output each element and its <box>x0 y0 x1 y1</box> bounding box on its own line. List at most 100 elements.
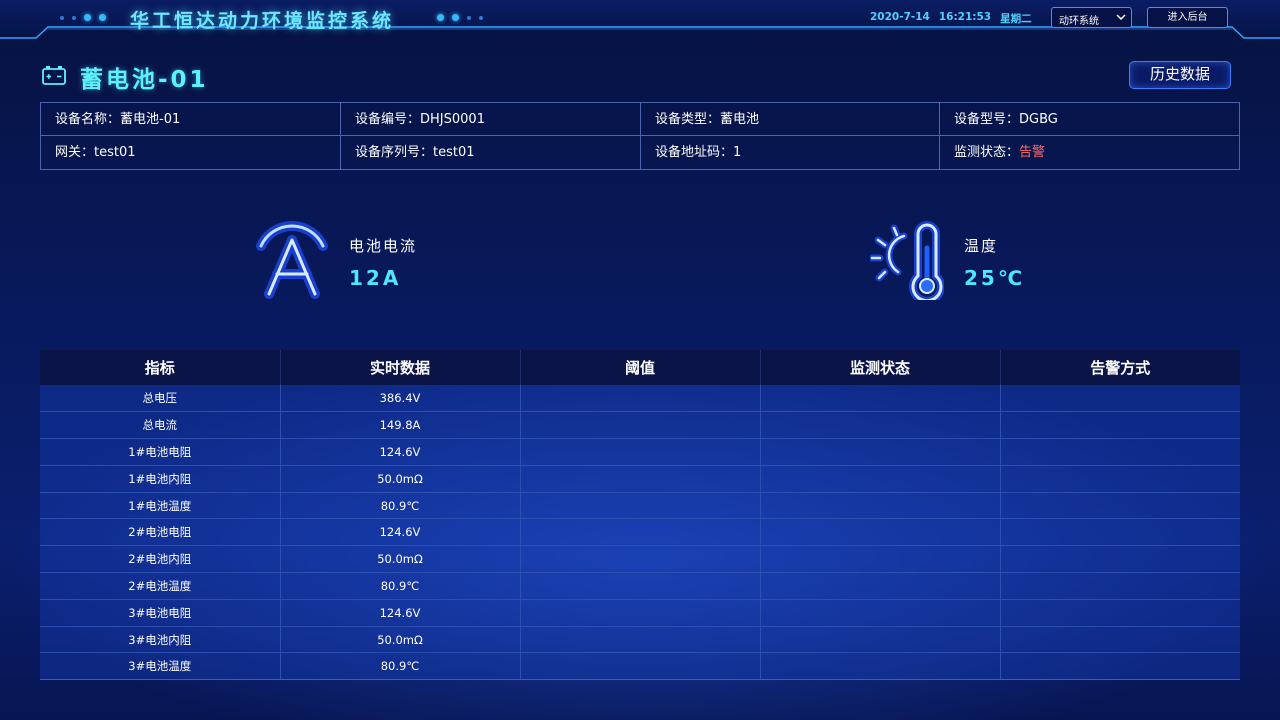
table-cell <box>999 652 1240 681</box>
metric-temperature: 温度 25℃ <box>868 220 1026 305</box>
table-row[interactable]: 2#电池电阻 124.6V <box>40 518 1240 547</box>
status-badge: 告警 <box>1019 145 1046 160</box>
metric-temperature-value: 25℃ <box>964 265 1026 290</box>
table-cell: 149.8A <box>279 411 520 440</box>
metric-current-label: 电池电流 <box>349 236 418 255</box>
table-cell <box>999 465 1240 493</box>
table-cell <box>759 385 1000 413</box>
table-row[interactable]: 总电压 386.4V <box>40 385 1240 413</box>
table-row[interactable]: 3#电池电阻 124.6V <box>40 599 1240 627</box>
column-header-indicator[interactable]: 指标 <box>40 350 280 385</box>
table-cell <box>759 411 1000 440</box>
table-cell <box>519 492 760 520</box>
top-bar: 华工恒达动力环境监控系统 2020-7-14 16:21:53 星期二 动环系统… <box>0 0 1280 40</box>
table-cell <box>759 438 1000 466</box>
column-header-realtime[interactable]: 实时数据 <box>279 350 520 385</box>
system-select-value: 动环系统 <box>1059 16 1099 27</box>
table-cell <box>759 465 1000 493</box>
table-cell: 1#电池内阻 <box>40 465 280 493</box>
table-cell <box>999 599 1240 627</box>
column-header-threshold[interactable]: 阈值 <box>519 350 760 385</box>
column-header-status[interactable]: 监测状态 <box>759 350 1000 385</box>
table-cell: 386.4V <box>279 385 520 413</box>
table-cell <box>999 385 1240 413</box>
table-header-row: 指标 实时数据 阈值 监测状态 告警方式 <box>40 350 1240 385</box>
table-cell: 124.6V <box>279 518 520 547</box>
table-cell: 80.9℃ <box>279 572 520 600</box>
header-dots-left <box>60 14 106 21</box>
metric-current-value: 12A <box>349 265 402 290</box>
table-cell: 3#电池内阻 <box>40 626 280 654</box>
weekday-text: 星期二 <box>1000 13 1032 25</box>
table-cell: 50.0mΩ <box>279 465 520 493</box>
table-row[interactable]: 1#电池电阻 124.6V <box>40 438 1240 466</box>
page-title: 蓄电池-01 <box>80 67 209 93</box>
column-header-alarm-mode[interactable]: 告警方式 <box>999 350 1240 385</box>
table-cell <box>999 545 1240 574</box>
table-cell: 总电压 <box>40 385 280 413</box>
table-cell: 3#电池电阻 <box>40 599 280 627</box>
table-cell <box>519 385 760 413</box>
table-cell <box>999 572 1240 600</box>
table-cell <box>519 411 760 440</box>
battery-icon <box>40 62 68 92</box>
info-address-code: 设备地址码：1 <box>641 136 940 169</box>
info-monitor-status: 监测状态：告警 <box>954 145 1046 160</box>
table-row[interactable]: 2#电池温度 80.9℃ <box>40 572 1240 600</box>
indicator-table: 指标 实时数据 阈值 监测状态 告警方式 总电压 386.4V 总电流 149.8A 1… <box>40 350 1240 681</box>
table-row[interactable]: 1#电池温度 80.9℃ <box>40 492 1240 520</box>
ammeter-icon <box>255 220 329 304</box>
table-body: 总电压 386.4V 总电流 149.8A 1#电池电阻 124.6V 1#电池内阻 50.0… <box>40 385 1240 681</box>
thermometer-sun-icon <box>868 220 945 305</box>
metric-current: 电池电流 12A <box>255 220 417 304</box>
table-cell <box>759 599 1000 627</box>
table-cell <box>759 492 1000 520</box>
table-cell <box>759 545 1000 574</box>
info-serial-number: 设备序列号：test01 <box>341 136 641 169</box>
info-device-model: 设备型号：DGBG <box>940 103 1239 136</box>
table-row[interactable]: 总电流 149.8A <box>40 411 1240 440</box>
table-cell <box>519 518 760 547</box>
info-gateway: 网关：test01 <box>41 136 341 169</box>
table-row[interactable]: 1#电池内阻 50.0mΩ <box>40 465 1240 493</box>
table-cell <box>519 572 760 600</box>
date-text: 2020-7-14 <box>870 11 930 23</box>
metric-temperature-label: 温度 <box>964 236 999 255</box>
table-cell <box>999 411 1240 440</box>
datetime: 2020-7-14 16:21:53 星期二 <box>870 11 1032 26</box>
table-cell <box>759 626 1000 654</box>
table-cell: 2#电池电阻 <box>40 518 280 547</box>
page-header: 蓄电池-01 <box>40 60 209 94</box>
header-dots-right <box>437 14 483 21</box>
table-cell: 1#电池电阻 <box>40 438 280 466</box>
device-info-table: 设备名称：蓄电池-01 设备编号：DHJS0001 设备类型：蓄电池 设备型号：… <box>40 102 1240 170</box>
system-select[interactable]: 动环系统 <box>1051 7 1132 28</box>
table-cell: 80.9℃ <box>279 492 520 520</box>
table-cell <box>759 518 1000 547</box>
table-row[interactable]: 2#电池内阻 50.0mΩ <box>40 545 1240 574</box>
table-cell: 2#电池内阻 <box>40 545 280 574</box>
history-data-button[interactable]: 历史数据 <box>1129 61 1231 89</box>
table-cell: 3#电池温度 <box>40 652 280 681</box>
table-cell <box>999 626 1240 654</box>
table-row[interactable]: 3#电池内阻 50.0mΩ <box>40 626 1240 654</box>
table-cell: 2#电池温度 <box>40 572 280 600</box>
table-cell: 124.6V <box>279 438 520 466</box>
table-cell: 50.0mΩ <box>279 626 520 654</box>
time-text: 16:21:53 <box>938 11 992 23</box>
info-device-code: 设备编号：DHJS0001 <box>341 103 641 136</box>
enter-admin-button[interactable]: 进入后台 <box>1147 7 1228 28</box>
table-cell <box>519 465 760 493</box>
table-cell <box>759 652 1000 681</box>
table-cell <box>999 492 1240 520</box>
chevron-down-icon <box>1116 11 1126 26</box>
info-device-type: 设备类型：蓄电池 <box>641 103 940 136</box>
table-cell: 124.6V <box>279 599 520 627</box>
table-row[interactable]: 3#电池温度 80.9℃ <box>40 652 1240 681</box>
table-cell <box>759 572 1000 600</box>
table-cell <box>519 545 760 574</box>
table-cell: 1#电池温度 <box>40 492 280 520</box>
table-cell: 50.0mΩ <box>279 545 520 574</box>
table-cell: 总电流 <box>40 411 280 440</box>
table-cell: 80.9℃ <box>279 652 520 681</box>
